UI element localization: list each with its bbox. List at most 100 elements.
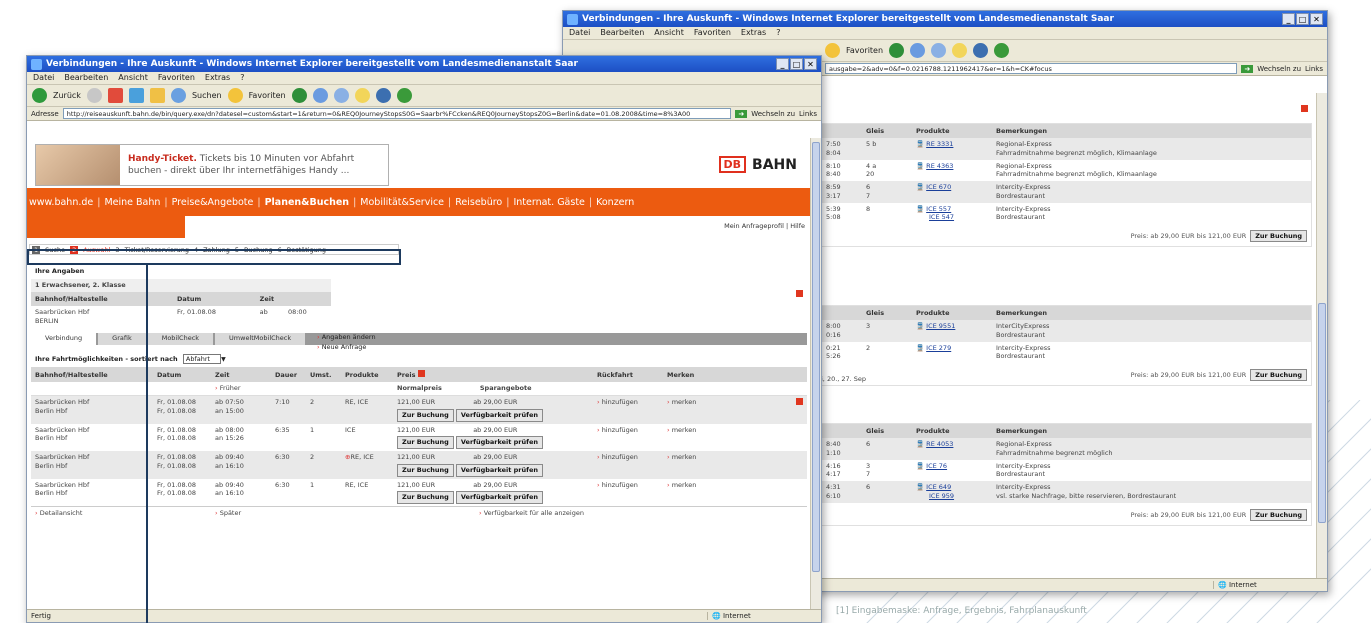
product-link[interactable]: RE 4363 [926,162,953,170]
messenger-icon[interactable] [973,43,989,58]
add-return-link[interactable]: hinzufügen [602,426,638,434]
remember-link[interactable]: merken [672,426,697,434]
nav-planen-buchen[interactable]: Planen&Buchen [265,197,350,208]
product-link[interactable]: ICE 649 [926,483,951,491]
refresh-icon[interactable] [128,88,144,103]
db-logo[interactable]: DB BAHN [718,156,797,173]
product-link[interactable]: ICE 547 [916,213,954,221]
check-availability-button[interactable]: Verfügbarkeit prüfen [455,436,544,450]
add-return-link[interactable]: hinzufügen [602,481,638,489]
menu-ansicht[interactable]: Ansicht [654,28,684,38]
wechseln-label[interactable]: Wechseln zu [751,110,795,118]
menu-favoriten[interactable]: Favoriten [694,28,731,38]
add-return-link[interactable]: hinzufügen [602,398,638,406]
tools-icon[interactable] [396,88,412,103]
product-link[interactable]: RE 3331 [926,140,953,148]
favorites-button[interactable]: Favoriten [846,46,883,55]
menu-extras[interactable]: Extras [741,28,766,38]
tools-icon[interactable] [994,43,1010,58]
search-button[interactable]: Suchen [192,91,222,100]
check-availability-button[interactable]: Verfügbarkeit prüfen [455,408,544,422]
scrollbar-thumb[interactable] [1318,303,1326,523]
nav-internat[interactable]: Internat. Gäste [513,197,584,208]
folder-icon[interactable] [354,88,370,103]
stop-icon[interactable] [107,88,123,103]
help-icon[interactable] [796,398,803,405]
address-input[interactable]: http://reiseauskunft.bahn.de/bin/query.e… [62,108,732,119]
add-return-link[interactable]: hinzufügen [602,453,638,461]
menu-bearbeiten[interactable]: Bearbeiten [64,73,108,83]
go-button[interactable]: ➜ [1241,64,1254,73]
favorites-button[interactable]: Favoriten [249,91,286,100]
book-button[interactable]: Zur Buchung [397,463,454,477]
minimize-button[interactable]: _ [776,58,789,70]
maximize-button[interactable]: □ [1296,13,1309,25]
back-button[interactable]: Zurück [53,91,81,100]
product-link[interactable]: ICE 9551 [926,322,955,330]
product-link[interactable]: ICE 76 [926,462,947,470]
promo-banner[interactable]: Handy-Ticket. Tickets bis 10 Minuten vor… [35,144,389,186]
product-link[interactable]: ICE 670 [926,183,951,191]
print-icon[interactable] [333,88,349,103]
nav-meine-bahn[interactable]: Meine Bahn [104,197,160,208]
check-availability-button[interactable]: Verfügbarkeit prüfen [455,463,544,477]
go-button[interactable]: ➜ [735,109,748,118]
search-icon[interactable] [170,88,186,103]
change-inputs-link[interactable]: Angaben ändern [322,333,376,341]
links-label[interactable]: Links [1305,65,1323,73]
favorites-star-icon[interactable] [227,88,243,103]
messenger-icon[interactable] [375,88,391,103]
tab-grafik[interactable]: Grafik [98,333,146,346]
close-button[interactable]: ✕ [1310,13,1323,25]
tab-mobilcheck[interactable]: MobilCheck [147,333,214,346]
new-request-link[interactable]: Neue Anfrage [322,343,367,351]
folder-icon[interactable] [952,43,968,58]
remember-link[interactable]: merken [672,398,697,406]
vertical-scrollbar[interactable] [1316,93,1327,578]
book-button[interactable]: Zur Buchung [1250,369,1307,382]
menu-help[interactable]: ? [240,73,244,83]
product-link[interactable]: ICE 279 [926,344,951,352]
history-icon[interactable] [291,88,307,103]
later-link[interactable]: Später [220,509,241,517]
wechseln-label[interactable]: Wechseln zu [1257,65,1301,73]
nav-bahn-de[interactable]: www.bahn.de [29,197,93,208]
chevron-down-icon[interactable]: ▼ [221,356,226,363]
tab-verbindung[interactable]: Verbindung [31,333,97,346]
help-icon[interactable] [1301,105,1308,112]
home-icon[interactable] [149,88,165,103]
nav-reisebuero[interactable]: Reisebüro [455,197,502,208]
book-button[interactable]: Zur Buchung [1250,508,1307,521]
menu-ansicht[interactable]: Ansicht [118,73,148,83]
back-arrow-icon[interactable] [32,88,47,103]
menu-favoriten[interactable]: Favoriten [158,73,195,83]
print-icon[interactable] [931,43,947,58]
remember-link[interactable]: merken [672,453,697,461]
nav-konzern[interactable]: Konzern [596,197,634,208]
maximize-button[interactable]: □ [790,58,803,70]
address-input[interactable]: ausgabe=2&adv=0&f=0.0216788.1211962417&e… [825,63,1238,74]
check-availability-button[interactable]: Verfügbarkeit prüfen [455,491,544,505]
book-button[interactable]: Zur Buchung [397,408,454,422]
menu-extras[interactable]: Extras [205,73,230,83]
menu-help[interactable]: ? [776,28,780,38]
mail-icon[interactable] [910,43,926,58]
minimize-button[interactable]: _ [1282,13,1295,25]
menu-bearbeiten[interactable]: Bearbeiten [600,28,644,38]
links-label[interactable]: Links [799,110,817,118]
book-button[interactable]: Zur Buchung [397,491,454,505]
help-icon[interactable] [796,290,803,297]
favorites-star-icon[interactable] [825,43,840,58]
book-button[interactable]: Zur Buchung [1250,230,1307,243]
tab-umweltmobilcheck[interactable]: UmweltMobilCheck [215,333,306,346]
earlier-link[interactable]: Früher [220,384,241,392]
nav-preise[interactable]: Preise&Angebote [172,197,254,208]
vertical-scrollbar[interactable] [810,138,821,609]
product-link[interactable]: ICE 959 [916,492,954,500]
sort-select[interactable]: Abfahrt [182,354,222,365]
close-button[interactable]: ✕ [804,58,817,70]
detail-view-link[interactable]: Detailansicht [40,509,83,517]
mail-icon[interactable] [312,88,328,103]
profile-help-links[interactable]: Mein Anfrageprofil | Hilfe [724,222,805,230]
scrollbar-thumb[interactable] [812,142,820,572]
